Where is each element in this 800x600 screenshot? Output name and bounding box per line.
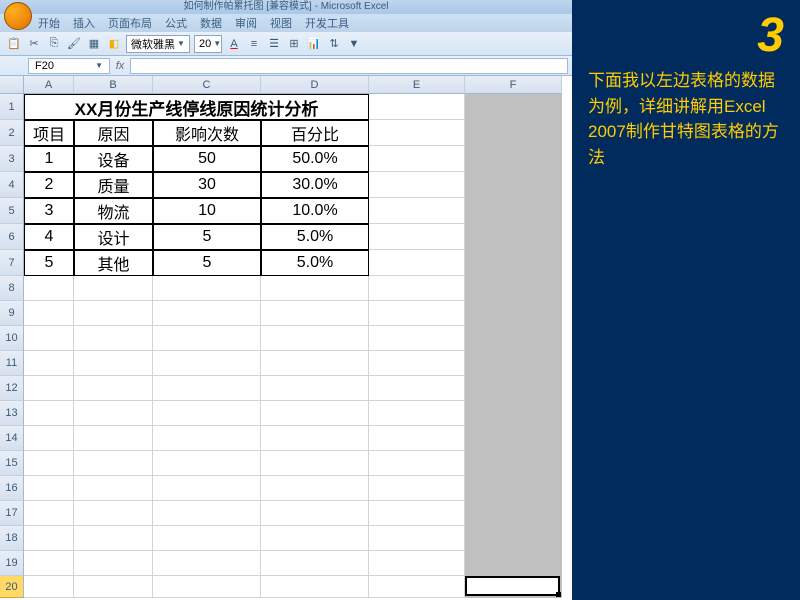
formula-bar[interactable] <box>130 58 568 74</box>
data-cell[interactable]: 5 <box>153 250 261 276</box>
cut-icon[interactable]: ✂ <box>26 36 42 52</box>
data-cell[interactable]: 质量 <box>74 172 153 198</box>
align-center-icon[interactable]: ☰ <box>266 36 282 52</box>
row-header-1[interactable]: 1 <box>0 94 24 120</box>
col-header-B[interactable]: B <box>74 76 153 94</box>
row-header-12[interactable]: 12 <box>0 376 24 401</box>
data-cell[interactable]: 5.0% <box>261 250 369 276</box>
row-header-5[interactable]: 5 <box>0 198 24 224</box>
sort-icon[interactable]: ⇅ <box>326 36 342 52</box>
selected-cell[interactable] <box>465 576 560 596</box>
row-header-18[interactable]: 18 <box>0 526 24 551</box>
slide-text: 下面我以左边表格的数据为例，详细讲解用Excel 2007制作甘特图表格的方法 <box>588 68 784 170</box>
row-header-8[interactable]: 8 <box>0 276 24 301</box>
col-header-D[interactable]: D <box>261 76 369 94</box>
tab-review[interactable]: 审阅 <box>235 15 257 31</box>
data-cell[interactable]: 其他 <box>74 250 153 276</box>
header-cell[interactable]: 影响次数 <box>153 120 261 146</box>
toolbar: 📋 ✂ ⎘ 🖌 ▦ ◧ 微软雅黑▼ 20▼ A ≡ ☰ ⊞ 📊 ⇅ ▼ <box>0 32 572 56</box>
slide-panel: 3 下面我以左边表格的数据为例，详细讲解用Excel 2007制作甘特图表格的方… <box>572 0 800 600</box>
align-left-icon[interactable]: ≡ <box>246 36 262 52</box>
sheet-area: ABCDEF 1234567891011121314151617181920 X… <box>0 76 572 600</box>
fx-icon[interactable]: fx <box>110 60 130 72</box>
formula-bar-row: F20▼ fx <box>0 56 572 76</box>
merge-icon[interactable]: ⊞ <box>286 36 302 52</box>
data-cell[interactable]: 设备 <box>74 146 153 172</box>
tab-formulas[interactable]: 公式 <box>165 15 187 31</box>
row-header-13[interactable]: 13 <box>0 401 24 426</box>
tab-insert[interactable]: 插入 <box>73 15 95 31</box>
header-cell[interactable]: 百分比 <box>261 120 369 146</box>
row-header-10[interactable]: 10 <box>0 326 24 351</box>
header-cell[interactable]: 项目 <box>24 120 74 146</box>
data-cell[interactable]: 1 <box>24 146 74 172</box>
col-header-E[interactable]: E <box>369 76 465 94</box>
tab-data[interactable]: 数据 <box>200 15 222 31</box>
data-cell[interactable]: 10 <box>153 198 261 224</box>
font-name-box[interactable]: 微软雅黑▼ <box>126 35 190 53</box>
border-icon[interactable]: ▦ <box>86 36 102 52</box>
row-header-9[interactable]: 9 <box>0 301 24 326</box>
row-header-20[interactable]: 20 <box>0 576 24 598</box>
table-title[interactable]: XX月份生产线停线原因统计分析 <box>24 94 369 120</box>
data-cell[interactable]: 4 <box>24 224 74 250</box>
format-painter-icon[interactable]: 🖌 <box>66 36 82 52</box>
col-header-C[interactable]: C <box>153 76 261 94</box>
row-header-6[interactable]: 6 <box>0 224 24 250</box>
name-box[interactable]: F20▼ <box>28 58 110 74</box>
data-cell[interactable]: 3 <box>24 198 74 224</box>
office-button[interactable] <box>4 2 32 30</box>
copy-icon[interactable]: ⎘ <box>46 36 62 52</box>
select-all-corner[interactable] <box>0 76 24 94</box>
data-cell[interactable]: 设计 <box>74 224 153 250</box>
tab-dev[interactable]: 开发工具 <box>305 15 349 31</box>
row-header-11[interactable]: 11 <box>0 351 24 376</box>
row-header-14[interactable]: 14 <box>0 426 24 451</box>
header-cell[interactable]: 原因 <box>74 120 153 146</box>
tab-view[interactable]: 视图 <box>270 15 292 31</box>
slide-number: 3 <box>588 12 784 60</box>
data-cell[interactable]: 物流 <box>74 198 153 224</box>
row-header-7[interactable]: 7 <box>0 250 24 276</box>
data-cell[interactable]: 5 <box>24 250 74 276</box>
data-cell[interactable]: 5.0% <box>261 224 369 250</box>
title-bar: 如何制作帕累托图 [兼容模式] - Microsoft Excel <box>0 0 572 14</box>
data-cell[interactable]: 50 <box>153 146 261 172</box>
excel-window: 如何制作帕累托图 [兼容模式] - Microsoft Excel 开始 插入 … <box>0 0 572 600</box>
data-cell[interactable]: 30.0% <box>261 172 369 198</box>
row-header-16[interactable]: 16 <box>0 476 24 501</box>
data-cell[interactable]: 10.0% <box>261 198 369 224</box>
data-cell[interactable]: 2 <box>24 172 74 198</box>
row-header-17[interactable]: 17 <box>0 501 24 526</box>
col-header-F[interactable]: F <box>465 76 562 94</box>
row-header-4[interactable]: 4 <box>0 172 24 198</box>
col-header-A[interactable]: A <box>24 76 74 94</box>
font-size-box[interactable]: 20▼ <box>194 35 222 53</box>
filter-icon[interactable]: ▼ <box>346 36 362 52</box>
row-header-3[interactable]: 3 <box>0 146 24 172</box>
column-headers: ABCDEF <box>24 76 562 94</box>
ribbon-tabs: 开始 插入 页面布局 公式 数据 审阅 视图 开发工具 <box>0 14 572 32</box>
font-color-icon[interactable]: A <box>226 36 242 52</box>
row-headers: 1234567891011121314151617181920 <box>0 94 24 598</box>
data-cell[interactable]: 30 <box>153 172 261 198</box>
paste-icon[interactable]: 📋 <box>6 36 22 52</box>
row-header-2[interactable]: 2 <box>0 120 24 146</box>
data-cell[interactable]: 5 <box>153 224 261 250</box>
row-header-15[interactable]: 15 <box>0 451 24 476</box>
tab-layout[interactable]: 页面布局 <box>108 15 152 31</box>
tab-home[interactable]: 开始 <box>38 15 60 31</box>
fill-icon[interactable]: ◧ <box>106 36 122 52</box>
data-cell[interactable]: 50.0% <box>261 146 369 172</box>
chart-icon[interactable]: 📊 <box>306 36 322 52</box>
row-header-19[interactable]: 19 <box>0 551 24 576</box>
